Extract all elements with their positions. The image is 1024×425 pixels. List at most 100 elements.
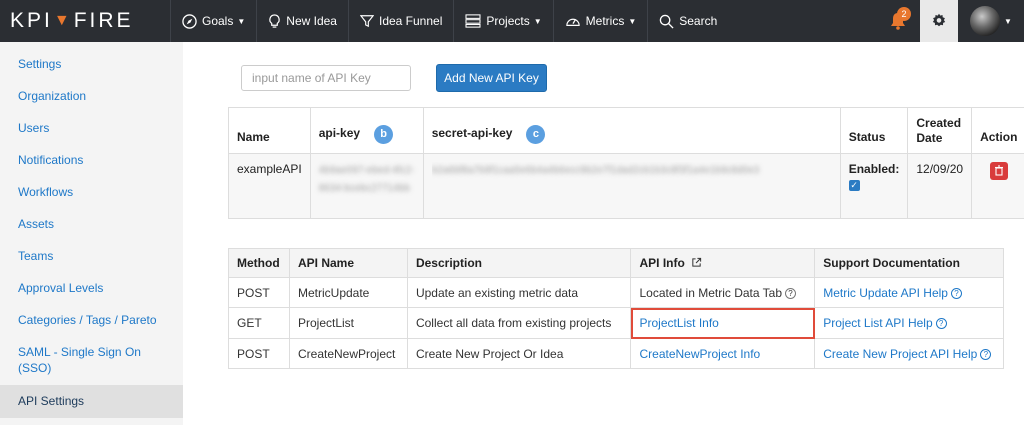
api-key-name-cell: exampleAPI — [228, 153, 311, 219]
created-date-cell: 12/09/20 — [907, 153, 973, 219]
trash-icon — [995, 165, 1004, 176]
sidebar-item-notifications[interactable]: Notifications — [0, 153, 83, 168]
column-header-secret-api-key: secret-api-key c — [422, 107, 841, 154]
external-link-icon — [692, 257, 702, 267]
status-cell: Enabled: ✓ — [839, 153, 909, 219]
api-name-cell: CreateNewProject — [288, 338, 408, 369]
chevron-down-icon: ▼ — [237, 16, 246, 26]
description-cell: Collect all data from existing projects — [406, 307, 632, 339]
description-cell: Update an existing metric data — [406, 277, 632, 308]
table-header-row: Method API Name Description API Info Sup… — [228, 248, 1004, 278]
sidebar-item-assets[interactable]: Assets — [0, 217, 54, 232]
settings-button[interactable] — [920, 0, 958, 42]
lightbulb-icon — [269, 13, 280, 28]
sidebar-item-workflows[interactable]: Workflows — [0, 185, 73, 200]
secret-api-key-masked: b2a6bf8a7b9f1caa5e6b4a4b6ecc9b2e7f1dad2c… — [431, 165, 760, 176]
projects-icon — [465, 14, 481, 28]
marker-c: c — [526, 125, 546, 144]
logo-text-left: KPI — [10, 9, 53, 32]
chevron-down-icon: ▼ — [533, 16, 542, 26]
column-header-api-name: API Name — [288, 248, 408, 278]
funnel-icon — [359, 15, 374, 28]
method-cell: POST — [228, 277, 290, 308]
secret-api-key-cell: b2a6bf8a7b9f1caa5e6b4a4b6ecc9b2e7f1dad2c… — [422, 153, 841, 219]
column-header-status: Status — [839, 107, 909, 154]
chevron-down-icon: ▼ — [1004, 16, 1012, 26]
nav-search-label: Search — [679, 14, 718, 28]
table-row: POST CreateNewProject Create New Project… — [228, 338, 1004, 369]
api-name-cell: ProjectList — [288, 307, 408, 339]
sidebar-item-categories-tags-pareto[interactable]: Categories / Tags / Pareto — [0, 313, 157, 328]
top-navbar: KPI ▼ FIRE Goals ▼ New Idea Idea Funnel Pro… — [0, 0, 1024, 42]
help-icon: ? — [950, 287, 962, 299]
api-info-text: Located in Metric Data Tab — [639, 285, 783, 300]
nav-new-idea-label: New Idea — [286, 14, 337, 28]
logo-flame-icon: ▼ — [53, 12, 73, 29]
table-row: exampleAPI 4b9ae097-ebed-4fc2-8634-bcebc… — [228, 153, 1024, 219]
sidebar-item-approval-levels[interactable]: Approval Levels — [0, 281, 103, 296]
help-icon: ? — [935, 318, 947, 329]
avatar — [970, 6, 1001, 36]
createnewproject-info-link[interactable]: CreateNewProject Info — [639, 347, 760, 361]
project-list-help-link[interactable]: Project List API Help? — [823, 316, 947, 330]
nav-metrics-label: Metrics — [585, 14, 625, 28]
metric-update-help-link[interactable]: Metric Update API Help? — [823, 286, 962, 300]
api-name-cell: MetricUpdate — [288, 277, 408, 308]
api-info-cell-highlighted: ProjectList Info — [630, 307, 816, 339]
nav-goals[interactable]: Goals ▼ — [170, 0, 256, 42]
create-new-project-help-link[interactable]: Create New Project API Help? — [823, 347, 992, 361]
api-keys-table: Name api-key b secret-api-key c Status Cre… — [228, 107, 1024, 219]
column-header-created-date: Created Date — [907, 107, 973, 154]
status-label: Enabled: — [848, 162, 900, 176]
column-header-method: Method — [228, 248, 290, 278]
column-header-name: Name — [228, 107, 311, 154]
nav-projects[interactable]: Projects ▼ — [453, 0, 552, 42]
help-icon: ? — [980, 348, 992, 360]
sidebar-item-api-settings[interactable]: API Settings — [0, 385, 183, 418]
sidebar-item-saml-sso[interactable]: SAML - Single Sign On (SSO) — [0, 344, 150, 376]
nav-right-controls: 2 ▼ — [876, 0, 1024, 42]
support-doc-cell: Metric Update API Help? — [814, 277, 1004, 308]
chevron-down-icon: ▼ — [628, 16, 637, 26]
method-cell: POST — [228, 338, 290, 369]
settings-sidebar: Settings Organization Users Notification… — [0, 42, 183, 425]
table-row: POST MetricUpdate Update an existing met… — [228, 277, 1004, 308]
sidebar-item-organization[interactable]: Organization — [0, 89, 86, 104]
api-endpoints-table: Method API Name Description API Info Sup… — [228, 248, 1004, 369]
help-icon[interactable]: ? — [785, 287, 797, 299]
nav-projects-label: Projects — [486, 14, 530, 28]
support-doc-cell: Project List API Help? — [814, 307, 1004, 339]
nav-new-idea[interactable]: New Idea — [256, 0, 348, 42]
api-key-value-cell: 4b9ae097-ebed-4fc2-8634-bcebc27714bb — [309, 153, 424, 219]
method-cell: GET — [228, 307, 290, 339]
nav-metrics[interactable]: Metrics ▼ — [552, 0, 648, 42]
sidebar-item-users[interactable]: Users — [0, 121, 49, 136]
kpifire-logo[interactable]: KPI ▼ FIRE — [0, 9, 170, 33]
api-key-name-input[interactable] — [241, 65, 411, 91]
add-new-api-key-button[interactable]: Add New API Key — [436, 64, 547, 92]
sidebar-item-teams[interactable]: Teams — [0, 249, 53, 264]
api-info-cell: Located in Metric Data Tab? — [630, 277, 816, 308]
nav-idea-funnel[interactable]: Idea Funnel — [347, 0, 453, 42]
gauge-icon — [565, 18, 580, 26]
nav-idea-funnel-label: Idea Funnel — [378, 14, 443, 28]
nav-goals-label: Goals — [202, 14, 234, 28]
table-row: GET ProjectList Collect all data from ex… — [228, 307, 1004, 339]
column-header-support-documentation: Support Documentation — [814, 248, 1004, 278]
column-header-api-info: API Info — [630, 248, 816, 278]
column-header-api-key: api-key b — [309, 107, 424, 154]
gear-icon — [932, 13, 946, 27]
marker-b: b — [374, 125, 394, 144]
nav-search[interactable]: Search — [647, 0, 728, 42]
column-header-description: Description — [406, 248, 632, 278]
delete-api-key-button[interactable] — [990, 162, 1009, 180]
enabled-checkbox[interactable]: ✓ — [848, 180, 860, 191]
description-cell: Create New Project Or Idea — [406, 338, 632, 369]
table-header-row: Name api-key b secret-api-key c Status Cre… — [228, 107, 1024, 154]
user-menu[interactable]: ▼ — [958, 0, 1024, 42]
projectlist-info-link[interactable]: ProjectList Info — [639, 316, 718, 330]
notification-badge: 2 — [897, 7, 911, 21]
column-header-action: Action — [971, 107, 1024, 154]
notifications-button[interactable]: 2 — [876, 0, 920, 42]
sidebar-item-settings[interactable]: Settings — [0, 57, 61, 72]
